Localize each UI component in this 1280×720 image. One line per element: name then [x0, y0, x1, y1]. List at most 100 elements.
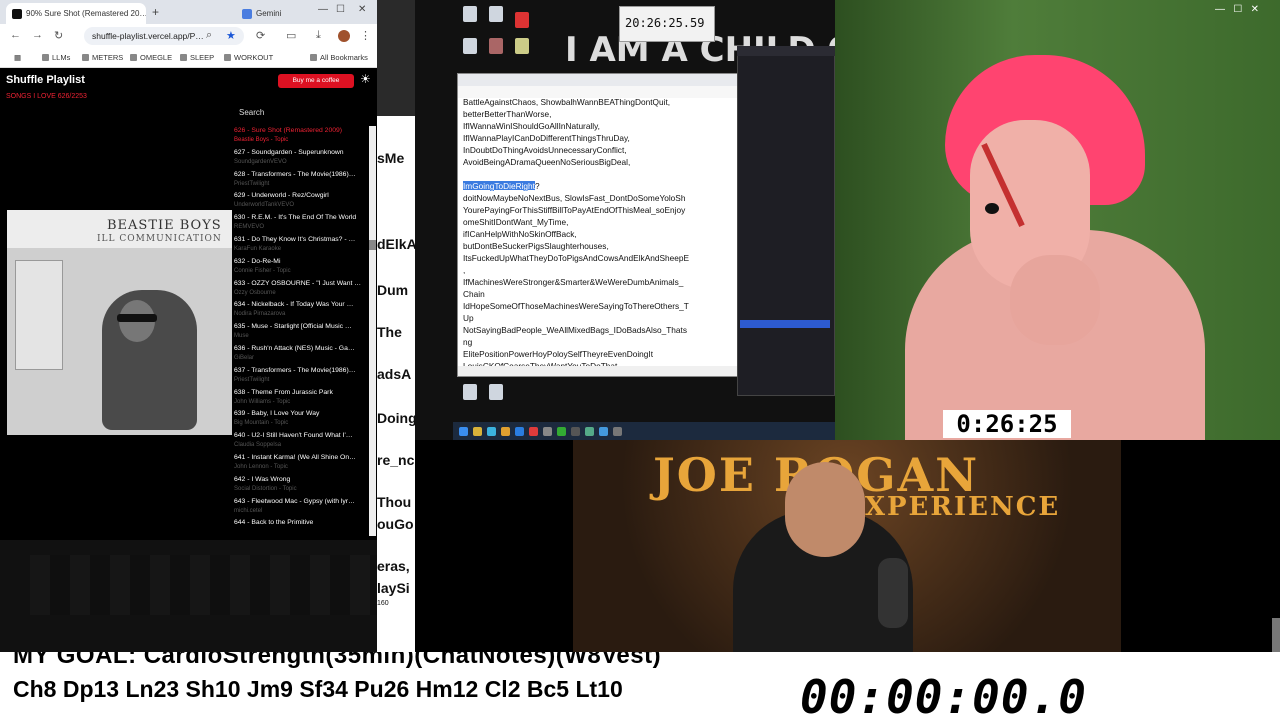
reload-icon[interactable]: ↻ [54, 29, 63, 42]
tab-bar: 90% Sure Shot (Remastered 20… ✕ + Gemini… [0, 0, 377, 24]
song-channel: PriestTwilight [234, 180, 270, 187]
url-field[interactable]: shuffle-playlist.vercel.app/P… [84, 27, 244, 45]
start-icon[interactable] [459, 427, 468, 436]
taskbar-app-icon[interactable] [585, 427, 594, 436]
buy-coffee-button[interactable]: Buy me a coffee [278, 74, 354, 88]
desktop-icon[interactable] [509, 38, 535, 56]
song-row[interactable]: 634 - Nickelback - If Today Was Your … No… [233, 300, 366, 322]
doc-strip-word: adsA [377, 366, 412, 382]
song-row[interactable]: 632 - Do-Re-Mi Connie Fisher - Topic [233, 257, 366, 279]
bookmark-meters[interactable]: METERS [82, 53, 123, 62]
taskbar-app-icon[interactable] [613, 427, 622, 436]
bookmarks-bar: ▦ LLMs METERS OMEGLE SLEEP WORKOUT All B… [0, 48, 377, 68]
song-channel: Ozzy Osbourne [234, 289, 276, 296]
album-poster-shape [15, 260, 63, 370]
notepad-text-area[interactable]: BattleAgainstChaos, ShowbalhWannBEAThing… [463, 96, 738, 372]
desktop-icon[interactable] [483, 38, 509, 56]
album-band-text: BEASTIE BOYS [107, 218, 222, 233]
taskbar-app-icon[interactable] [501, 427, 510, 436]
desktop-icon[interactable] [457, 6, 483, 24]
profile-avatar[interactable] [338, 30, 350, 42]
notepad-titlebar[interactable] [458, 74, 738, 86]
goal-text: MY GOAL: CardioStrength(35min)(ChatNotes… [13, 652, 662, 669]
notepad-line: betterBetterThanWorse, [463, 109, 552, 119]
song-row[interactable]: 633 - OZZY OSBOURNE - "I Just Want … Ozzy… [233, 279, 366, 301]
obs-scene-item[interactable] [740, 320, 830, 328]
webcam-timer: 0:26:25 [943, 410, 1071, 438]
desktop-capture: I AM A CHILD OF G 20:26:25.59 BattleAgai… [415, 0, 835, 440]
doc-strip-word: Dum [377, 282, 409, 298]
song-title: 629 - Underworld - Rez/Cowgirl [234, 192, 329, 200]
song-title: 634 - Nickelback - If Today Was Your … [234, 301, 354, 309]
doc-strip-word: The [377, 324, 402, 340]
desktop-icon[interactable] [483, 384, 509, 402]
tab-gemini[interactable]: Gemini [236, 3, 312, 24]
cast-icon[interactable]: ▭ [286, 29, 296, 42]
minimize-icon[interactable]: — [318, 4, 328, 15]
new-tab-button[interactable]: + [152, 5, 159, 19]
obs-window[interactable] [737, 46, 835, 396]
song-row[interactable]: 626 - Sure Shot (Remastered 2009) Beastie… [233, 126, 366, 148]
taskbar-app-icon[interactable] [543, 427, 552, 436]
song-row[interactable]: 629 - Underworld - Rez/Cowgirl Underworld… [233, 191, 366, 213]
song-row[interactable]: 636 - Rush'n Attack (NES) Music - Ga… GiB… [233, 344, 366, 366]
theme-toggle-sun-icon[interactable]: ☀ [360, 72, 371, 86]
app-title: Shuffle Playlist [6, 74, 85, 86]
webcam-feed: 0:26:25 [835, 0, 1280, 440]
zoom-icon[interactable]: ⌕ [206, 29, 212, 42]
menu-kebab-icon[interactable]: ⋮ [360, 29, 371, 42]
song-title: 636 - Rush'n Attack (NES) Music - Ga… [234, 345, 355, 352]
song-row[interactable]: 639 - Baby, I Love Your Way Big Mountain … [233, 409, 366, 431]
desktop-icon[interactable] [483, 6, 509, 24]
song-title: 635 - Muse - Starlight [Official Music … [234, 323, 352, 331]
song-row[interactable]: 638 - Theme From Jurassic Park John Willi… [233, 388, 366, 410]
song-row[interactable]: 630 - R.E.M. - It's The End Of The World… [233, 213, 366, 235]
bookmark-workout[interactable]: WORKOUT [224, 53, 273, 62]
bookmark-sleep[interactable]: SLEEP [180, 53, 214, 62]
bookmark-llms[interactable]: LLMs [42, 53, 70, 62]
notepad-line: ItsFuckedUpWhatTheyDoToPigsAndCowsAndElk… [463, 253, 689, 263]
close-window-icon[interactable]: ✕ [358, 4, 366, 15]
forward-arrow-icon[interactable]: → [32, 29, 43, 41]
taskbar-app-icon[interactable] [515, 427, 524, 436]
bookmark-apps-icon[interactable]: ▦ [14, 53, 21, 62]
explorer-icon[interactable] [473, 427, 482, 436]
right-scrollbar[interactable] [1272, 618, 1280, 652]
song-row[interactable]: 631 - Do They Know It's Christmas? - … Ka… [233, 235, 366, 257]
maximize-icon[interactable]: ☐ [336, 4, 345, 15]
webcam-window-buttons[interactable]: — ☐ ✕ [1215, 4, 1259, 15]
edge-icon[interactable] [487, 427, 496, 436]
taskbar [453, 422, 835, 440]
song-row[interactable]: 635 - Muse - Starlight [Official Music …… [233, 322, 366, 344]
tab-gemini-label: Gemini [256, 9, 282, 18]
obs-taskbar-icon[interactable] [571, 427, 580, 436]
taskbar-app-icon[interactable] [557, 427, 566, 436]
bookmark-star-icon[interactable]: ★ [226, 29, 236, 42]
notepad-line: omeShitIDontWant_MyTime, [463, 217, 569, 227]
notepad-line: BattleAgainstChaos, ShowbalhWannBEAThing… [463, 97, 671, 107]
song-row[interactable]: 627 - Soundgarden - Superunknown Soundgar… [233, 148, 366, 170]
stats-text: Ch8 Dp13 Ln23 Sh10 Jm9 Sf34 Pu26 Hm12 Cl… [13, 676, 623, 702]
tab-playlist[interactable]: 90% Sure Shot (Remastered 20… ✕ [6, 3, 146, 24]
doc-strip-word: sMe [377, 150, 405, 166]
song-list-scroll-thumb[interactable] [369, 240, 376, 250]
extension-icon[interactable]: ⟳ [256, 29, 265, 42]
download-icon[interactable]: ⤓ [316, 29, 321, 42]
chrome-icon[interactable] [529, 427, 538, 436]
notepad-window[interactable]: BattleAgainstChaos, ShowbalhWannBEAThing… [457, 73, 739, 377]
taskbar-app-icon[interactable] [599, 427, 608, 436]
back-arrow-icon[interactable]: ← [10, 29, 21, 41]
doc-strip-word: dElkA [377, 236, 415, 252]
song-row[interactable]: 637 - Transformers - The Movie(1986)… Pri… [233, 366, 366, 388]
notepad-highlight: ImGoingToDieRight [463, 181, 535, 191]
notepad-line: doitNowMaybeNoNextBus, SlowIsFast_DontDo… [463, 193, 686, 203]
desktop-icon[interactable] [457, 38, 483, 56]
all-bookmarks[interactable]: All Bookmarks [310, 53, 368, 62]
desktop-icon[interactable] [509, 12, 535, 30]
desktop-icon[interactable] [457, 384, 483, 402]
search-label[interactable]: Search [239, 108, 264, 117]
bookmark-omegle[interactable]: OMEGLE [130, 53, 172, 62]
playlist-counter: SONGS I LOVE 626/2253 [6, 93, 87, 100]
obs-titlebar[interactable] [737, 46, 835, 56]
song-row[interactable]: 628 - Transformers - The Movie(1986)… Pri… [233, 170, 366, 192]
